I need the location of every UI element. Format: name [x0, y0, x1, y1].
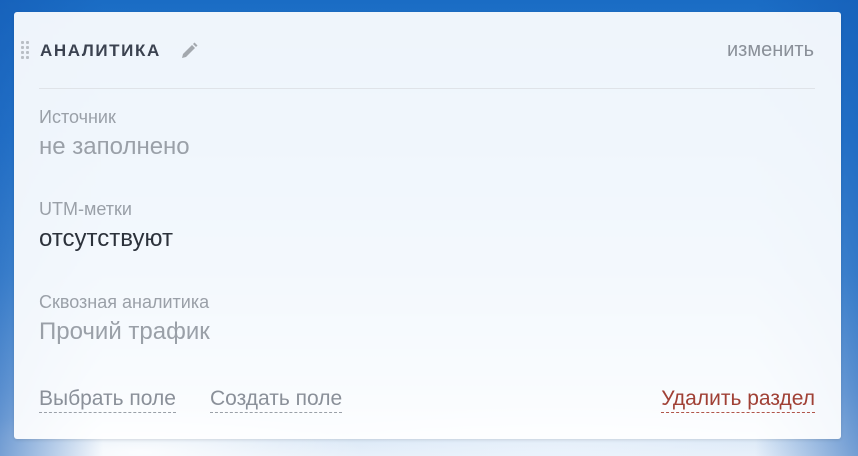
- field-label: UTM-метки: [39, 199, 132, 219]
- field-value: не заполнено: [39, 133, 190, 160]
- create-field-button[interactable]: Создать поле: [210, 386, 343, 413]
- pencil-icon[interactable]: [179, 41, 199, 61]
- header-divider: [39, 88, 815, 89]
- change-button[interactable]: изменить: [727, 39, 814, 62]
- field-value: Прочий трафик: [39, 318, 210, 345]
- delete-section-button[interactable]: Удалить раздел: [661, 386, 815, 413]
- section-header: АНАЛИТИКА изменить: [14, 12, 841, 89]
- field-label: Сквозная аналитика: [39, 292, 210, 312]
- select-field-button[interactable]: Выбрать поле: [39, 386, 176, 413]
- field-utm: UTM-метки отсутствуют: [39, 198, 173, 254]
- field-value: отсутствуют: [39, 225, 173, 252]
- field-label: Источник: [39, 107, 116, 127]
- section-title: АНАЛИТИКА: [40, 41, 161, 60]
- analytics-section-card: АНАЛИТИКА изменить Источник не заполнено…: [14, 12, 841, 439]
- field-source: Источник не заполнено: [39, 106, 190, 162]
- field-end-to-end-analytics: Сквозная аналитика Прочий трафик: [39, 291, 210, 347]
- drag-handle-icon[interactable]: [21, 41, 31, 63]
